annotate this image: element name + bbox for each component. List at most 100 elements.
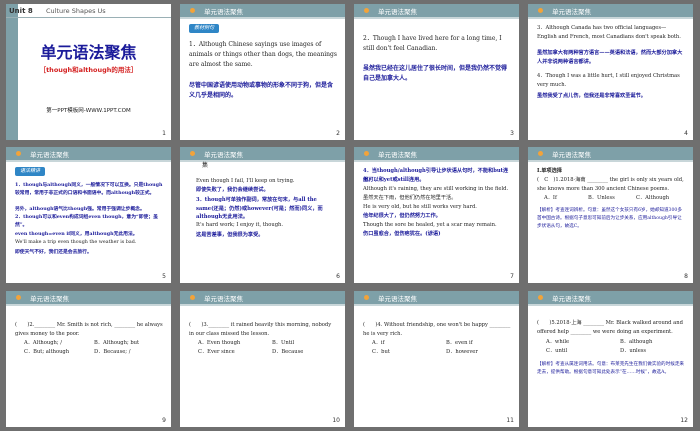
option-c[interactable]: C．But; although — [24, 348, 84, 357]
exercise-heading: Ⅰ.单项选择 — [537, 168, 562, 174]
header-dot-icon — [364, 8, 369, 13]
header-dot-icon — [538, 295, 543, 300]
section-tag: 教材例句 — [189, 24, 220, 33]
slide-header: 单元语法聚焦 — [354, 4, 519, 19]
exercise-question: ( )2.________ Mr. Smith is not rich, ___… — [15, 322, 163, 337]
grammar-point: 但可以和yet或still连用。 — [363, 177, 425, 183]
slide-header: 单元语法聚焦 — [6, 147, 171, 162]
slide-number: 5 — [162, 273, 166, 280]
slide-header: 单元语法聚焦 — [354, 147, 519, 162]
divider — [6, 17, 171, 18]
header-tab: 集 — [202, 162, 209, 169]
grammar-point: 另外，although语气比though强。常用于强调让步概念。 — [15, 206, 145, 212]
slide-6[interactable]: 单元语法聚焦 集 Even though I fail, I'll keep o… — [180, 147, 345, 283]
slide-1[interactable]: Unit 8 Culture Shapes Us 单元语法聚焦 ［though和… — [6, 4, 171, 140]
option-b[interactable]: B．although — [620, 338, 680, 347]
slide-header: 单元语法聚焦 — [528, 4, 693, 19]
grammar-point: 1．though与although同义，一般情况下可以互换。只是though较常… — [15, 182, 163, 196]
slide-number: 7 — [510, 273, 514, 280]
example-translation: 虽然我受了点儿伤，但我还是非常喜欢圣诞节。 — [537, 93, 646, 99]
slide-9[interactable]: 单元语法聚焦 ( )2.________ Mr. Smith is not ri… — [6, 291, 171, 427]
slide-number: 6 — [336, 273, 340, 280]
example-translation: 虽然我已经在这儿居住了很长时间，但是我仍然不觉得自己是加拿大人。 — [363, 65, 508, 82]
example-sentence: 4．Though I was a little hurt, I still en… — [537, 73, 680, 88]
option-c[interactable]: C．Although — [636, 194, 686, 203]
slide-7[interactable]: 单元语法聚焦 4．当though/although引导让步状语从句时，不能和bu… — [354, 147, 519, 283]
answer-analysis: 【解析】考查连词辨析。句意：虽然这个女孩只有6岁，她却知道300多首中国古诗。根… — [537, 208, 682, 229]
option-b[interactable]: B．Until — [272, 339, 332, 348]
slide-header: 单元语法聚焦 — [180, 4, 345, 19]
slide-number: 9 — [162, 417, 166, 424]
slide-3[interactable]: 单元语法聚焦 2．Though I have lived here for a … — [354, 4, 519, 140]
option-a[interactable]: A．If — [544, 194, 584, 203]
example-sentence: We'll make a trip even though the weathe… — [15, 240, 137, 245]
example-translation: 尽管中国谚语使用动物或事物的形象不同于狗，但是含义几乎是相同的。 — [189, 82, 334, 99]
example-translation: 即使天气不好，我们还是会去旅行。 — [15, 249, 92, 255]
option-a[interactable]: A．while — [546, 338, 596, 347]
option-c[interactable]: C．until — [546, 347, 596, 356]
grammar-point: even though=even if同义，用although无此用法。 — [15, 231, 138, 237]
slide-header: 单元语法聚焦 — [6, 291, 171, 306]
slide-header: 单元语法聚焦 — [354, 291, 519, 306]
option-a[interactable]: A．Although; / — [24, 339, 84, 348]
option-d[interactable]: D．however — [446, 348, 506, 357]
exercise-question: ( )3.________ it rained heavily this mor… — [189, 322, 332, 337]
option-a[interactable]: A．if — [372, 339, 422, 348]
slide-8[interactable]: 单元语法聚焦 Ⅰ.单项选择 ( C )1.2018·海南 ________ th… — [528, 147, 693, 283]
slide-number: 4 — [684, 130, 688, 137]
slide-5[interactable]: 单元语法聚焦 语法精讲 1．though与although同义，一般情况下可以互… — [6, 147, 171, 283]
example-sentence: 2．Though I have lived here for a long ti… — [363, 35, 502, 52]
exercise-question: ( C )1.2018·海南 ________ the girl is only… — [537, 177, 684, 192]
slide-number: 10 — [332, 417, 340, 424]
example-translation: 他年纪很大了，但仍然努力工作。 — [363, 213, 441, 219]
header-dot-icon — [538, 151, 543, 156]
header-dot-icon — [16, 295, 21, 300]
slide-12[interactable]: 单元语法聚焦 ( )5.2018·上海 ________ Mr. Black w… — [528, 291, 693, 427]
header-dot-icon — [364, 151, 369, 156]
slide-2[interactable]: 单元语法聚焦 教材例句 1．Although Chinese sayings u… — [180, 4, 345, 140]
example-translation: 伤口虽愈合，但伤疤犹在。(谚语) — [363, 231, 441, 237]
slide-header: 单元语法聚焦 — [180, 291, 345, 306]
header-dot-icon — [190, 295, 195, 300]
example-sentence: 3．Although Canada has two official langu… — [537, 25, 681, 40]
slide-number: 2 — [336, 130, 340, 137]
slide-number: 11 — [506, 417, 514, 424]
option-a[interactable]: A．Even though — [198, 339, 258, 348]
header-dot-icon — [16, 151, 21, 156]
answer-analysis: 【解析】考查从属连词用法。句意：布莱克先生在我们做实验的时候走来走去，提供帮助。… — [537, 362, 685, 375]
slide-4[interactable]: 单元语法聚焦 3．Although Canada has two officia… — [528, 4, 693, 140]
unit-label: Unit 8 — [9, 7, 33, 15]
slide-number: 1 — [162, 130, 166, 137]
unit-title: Culture Shapes Us — [46, 7, 106, 15]
example-translation: 这是苦差事，但我很为享受。 — [196, 232, 264, 238]
grammar-point: 2．though可以和even构成词组even though，意为“即使；虽然”… — [15, 214, 158, 228]
example-sentence: It's hard work; I enjoy it, though. — [196, 222, 283, 228]
option-c[interactable]: C．but — [372, 348, 422, 357]
option-b[interactable]: B．Unless — [588, 194, 628, 203]
slide-11[interactable]: 单元语法聚焦 ( )4. Without friendship, one won… — [354, 291, 519, 427]
section-tag: 语法精讲 — [15, 167, 46, 176]
exercise-question: ( )4. Without friendship, one won't be h… — [363, 322, 511, 337]
slide-10[interactable]: 单元语法聚焦 ( )3.________ it rained heavily t… — [180, 291, 345, 427]
example-sentence: Although it's raining, they are still wo… — [363, 186, 509, 201]
slide-header: 单元语法聚焦 — [528, 291, 693, 306]
option-d[interactable]: D．unless — [620, 347, 680, 356]
option-b[interactable]: B．Although; but — [94, 339, 164, 348]
option-b[interactable]: B．even if — [446, 339, 506, 348]
option-d[interactable]: D．Because; / — [94, 348, 164, 357]
slide-header: 单元语法聚焦 — [528, 147, 693, 162]
option-c[interactable]: C．Ever since — [198, 348, 258, 357]
option-d[interactable]: D．Because — [272, 348, 332, 357]
example-sentence: Even though I fail, I'll keep on trying. — [196, 178, 295, 184]
example-sentence: 1．Although Chinese sayings use images of… — [189, 41, 337, 68]
grammar-point: 3．though可单独作副词，常放在句末，与all the same(还是；仍然… — [196, 197, 323, 221]
slide-subtitle: ［though和although的用法］ — [39, 66, 138, 74]
header-dot-icon — [364, 295, 369, 300]
example-sentence: He is very old, but he still works very … — [363, 204, 477, 210]
slide-title: 单元语法聚焦 — [40, 43, 137, 62]
exercise-question: ( )5.2018·上海 ________ Mr. Black walked a… — [537, 320, 683, 335]
example-sentence: Though the sore be healed, yet a scar ma… — [363, 222, 497, 228]
slide-header: 单元语法聚焦 — [180, 147, 345, 162]
slide-number: 8 — [684, 273, 688, 280]
slide-number: 3 — [510, 130, 514, 137]
